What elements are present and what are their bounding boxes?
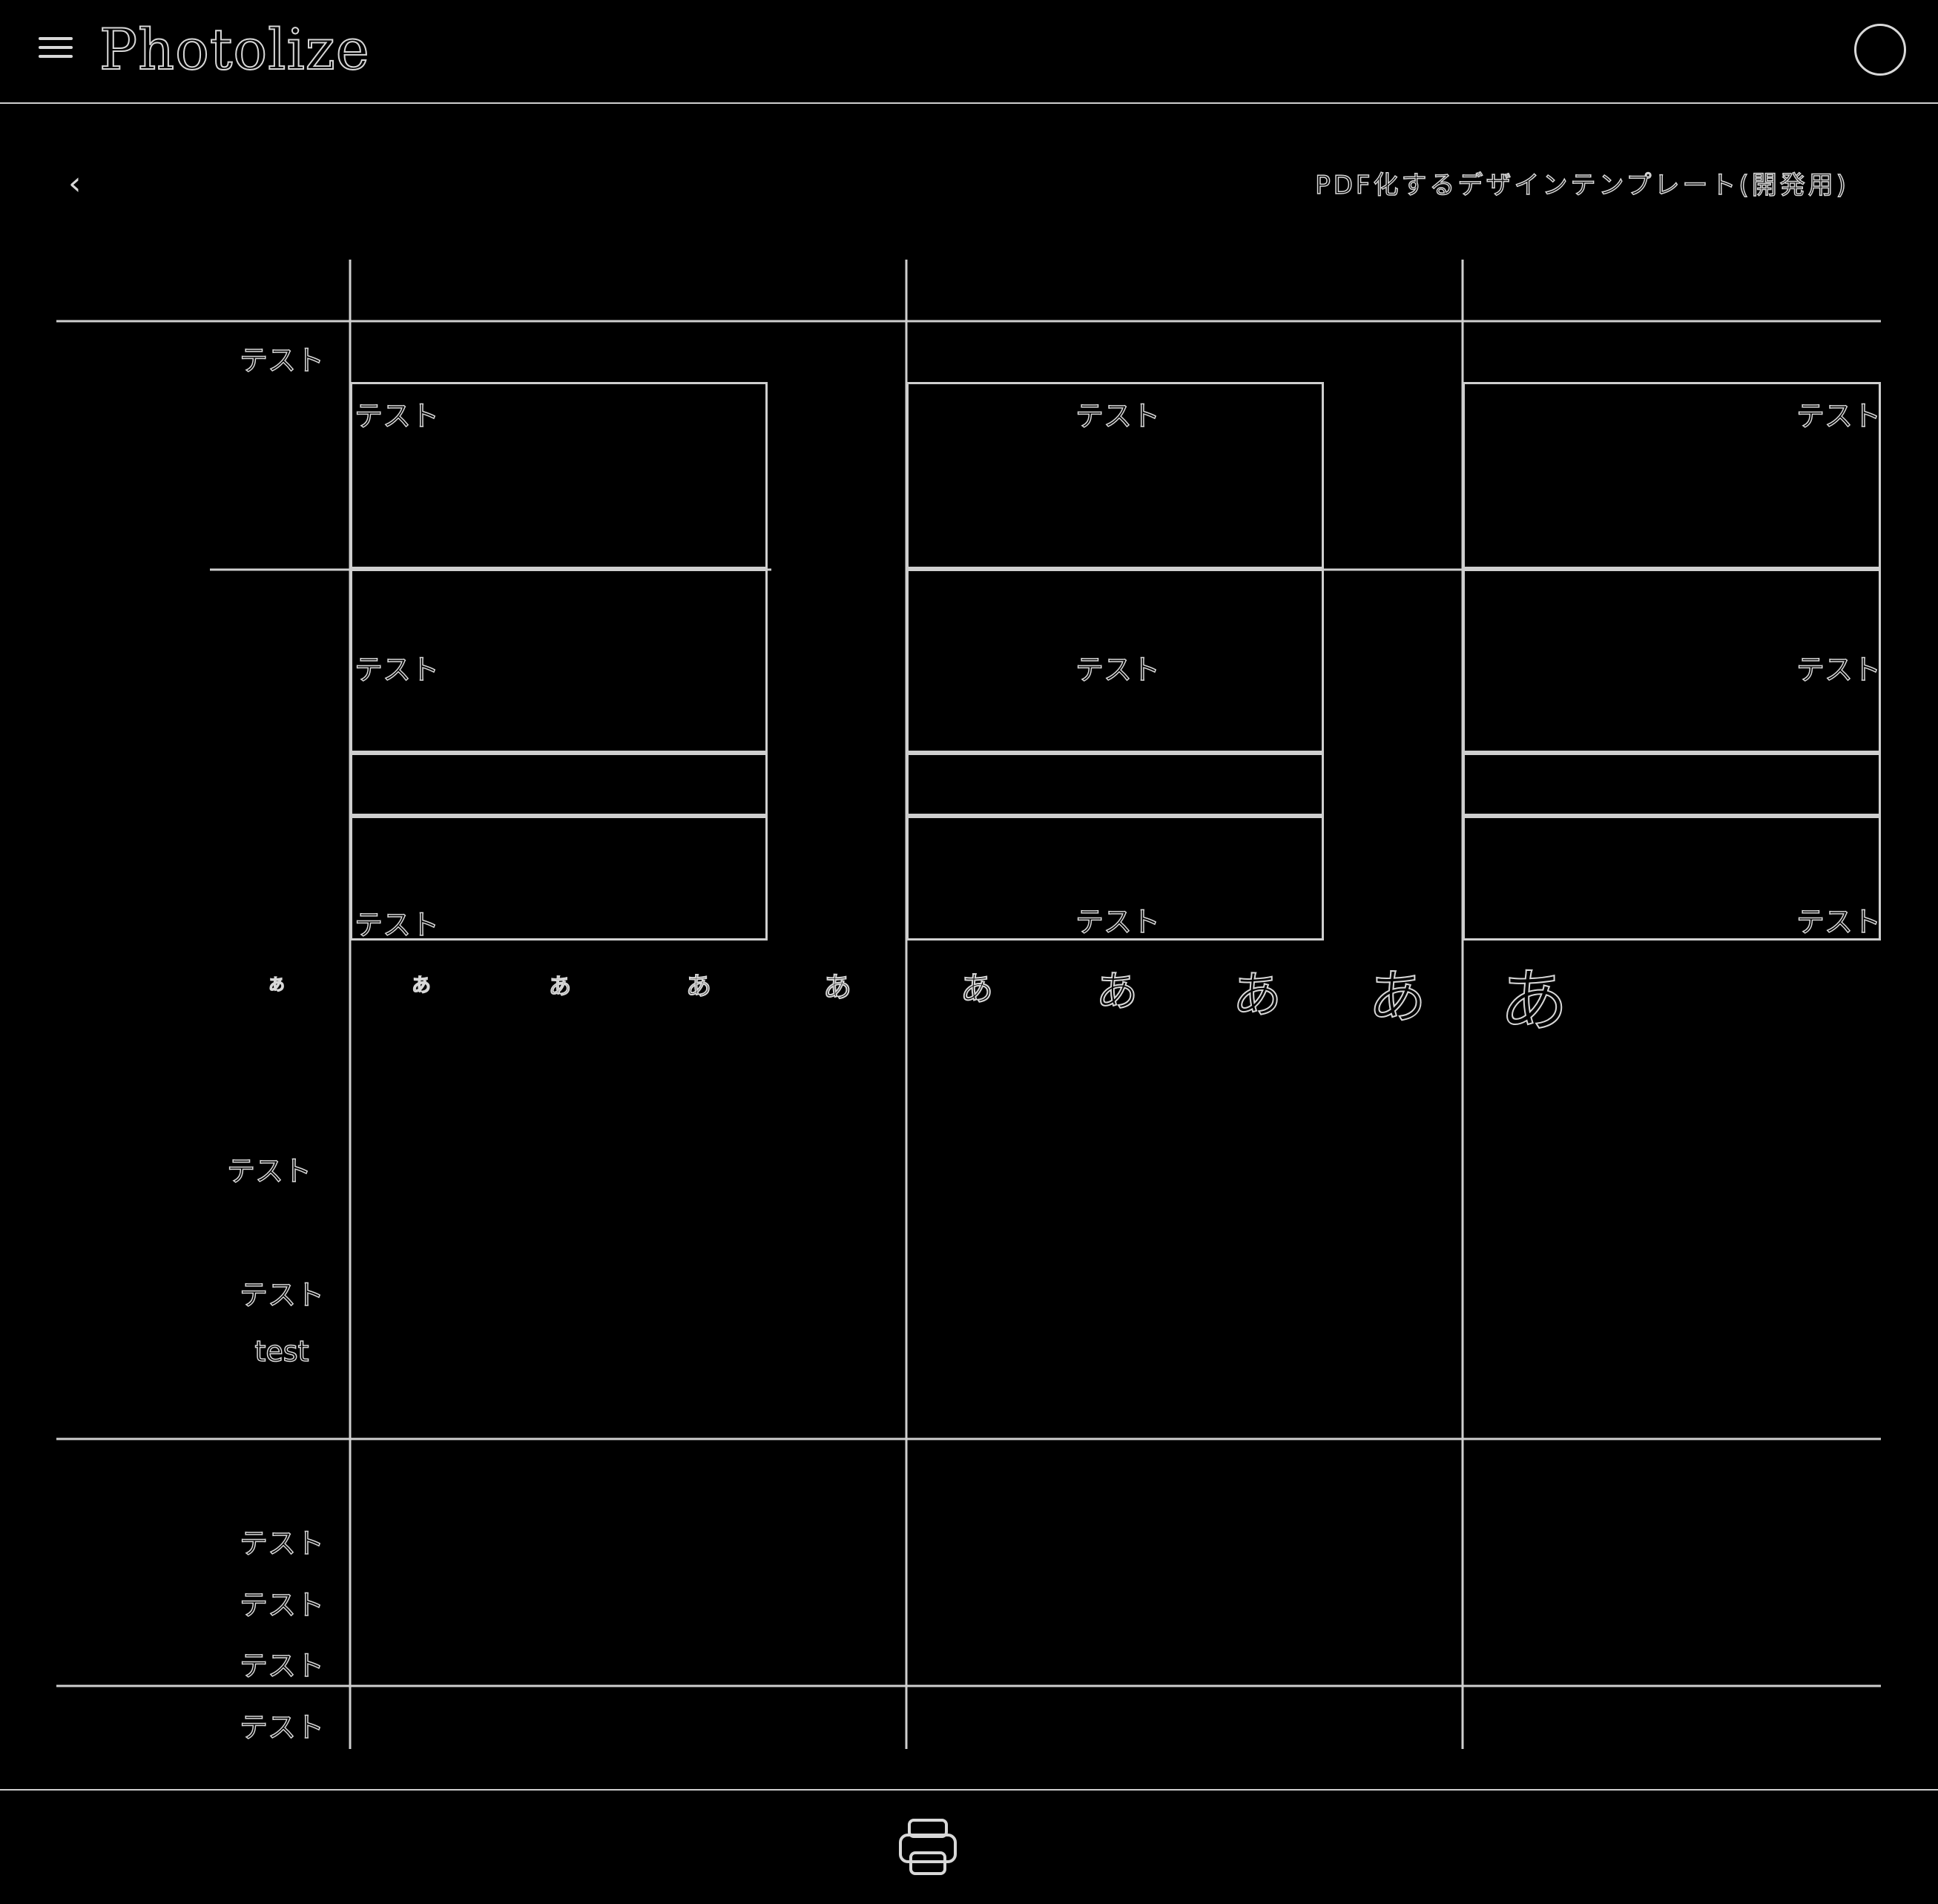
font-sample: あ <box>1232 966 1282 1024</box>
box-label: テスト <box>1075 653 1161 687</box>
layout-box[interactable] <box>350 753 768 816</box>
printer-icon <box>899 1819 957 1875</box>
font-sample: あ <box>1095 967 1138 1017</box>
font-sample: あ <box>685 971 712 1002</box>
box-label: テスト <box>354 399 440 433</box>
row-value-4: test <box>254 1334 309 1368</box>
font-sample: あ <box>548 973 572 1001</box>
box-label: テスト <box>1796 399 1882 433</box>
layout-box[interactable] <box>1463 753 1881 816</box>
app-logo[interactable]: Photolize <box>99 16 370 83</box>
avatar[interactable] <box>1854 24 1906 76</box>
box-label: テスト <box>354 653 440 687</box>
font-sample: あ <box>823 970 852 1004</box>
font-sample: あ <box>411 974 432 998</box>
box-label: テスト <box>1796 653 1882 687</box>
back-button[interactable]: ‹ <box>68 165 82 202</box>
box-label: テスト <box>354 908 440 942</box>
font-sample: あ <box>268 975 286 995</box>
layout-box[interactable] <box>906 753 1324 816</box>
row-value-8: テスト <box>239 1710 325 1745</box>
app-header: Photolize <box>0 0 1938 104</box>
row-value-7: テスト <box>239 1649 325 1683</box>
font-sample: あ <box>1499 961 1569 1041</box>
box-label: テスト <box>1075 905 1161 939</box>
print-button[interactable] <box>897 1810 1046 1884</box>
row-value-5: テスト <box>239 1526 325 1561</box>
row-value-1: テスト <box>239 343 325 378</box>
row-value-6: テスト <box>239 1588 325 1622</box>
row-value-3: テスト <box>239 1278 325 1312</box>
box-label: テスト <box>1075 399 1161 433</box>
row-value-2: テスト <box>226 1154 312 1188</box>
box-label: テスト <box>1796 905 1882 939</box>
font-sample: あ <box>960 969 994 1009</box>
page-title: PDF化するデザインテンプレート(開発用) <box>1315 170 1849 201</box>
font-sample: あ <box>1368 963 1427 1032</box>
menu-icon[interactable] <box>39 37 73 67</box>
